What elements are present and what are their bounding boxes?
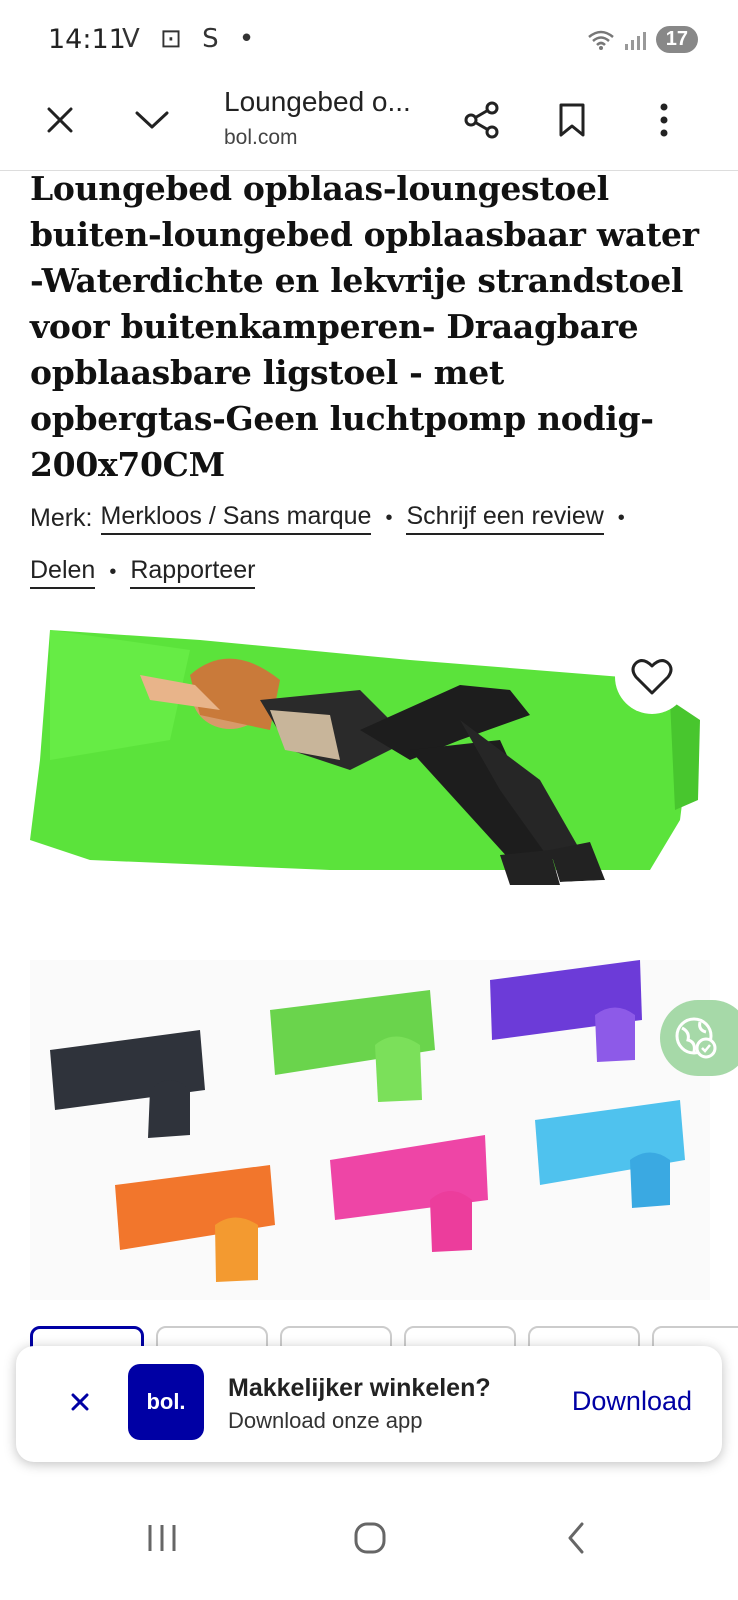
app-install-banner: bol. Makkelijker winkelen? Download onze…	[16, 1346, 722, 1462]
product-main-image[interactable]	[30, 620, 710, 940]
system-nav-bar	[0, 1478, 738, 1600]
minimize-button[interactable]	[122, 90, 182, 150]
separator-dot: •	[109, 561, 117, 583]
browser-toolbar: Loungebed o... bol.com	[0, 80, 738, 171]
notification-icons: V ⊡ S •	[122, 24, 261, 54]
close-banner-button[interactable]	[62, 1384, 98, 1420]
brand-label: Merk:	[30, 504, 93, 532]
banner-title: Makkelijker winkelen?	[228, 1374, 491, 1402]
page-title[interactable]: Loungebed o...	[224, 86, 411, 118]
close-tab-button[interactable]	[30, 90, 90, 150]
separator-dot: •	[385, 507, 393, 529]
wifi-icon	[587, 30, 614, 50]
report-link[interactable]: Rapporteer	[130, 556, 256, 589]
more-vertical-icon	[660, 103, 668, 137]
home-button[interactable]	[340, 1508, 400, 1568]
close-icon	[47, 107, 73, 133]
product-colors-image[interactable]	[30, 960, 710, 1300]
chevron-down-icon	[135, 111, 169, 129]
recent-apps-button[interactable]	[132, 1508, 192, 1568]
write-review-link[interactable]: Schrijf een review	[406, 502, 604, 535]
brand-link[interactable]: Merkloos / Sans marque	[100, 502, 372, 535]
favorite-button[interactable]	[615, 640, 689, 714]
share-icon	[464, 101, 499, 139]
back-icon	[568, 1522, 584, 1554]
heart-icon	[631, 659, 673, 695]
share-button[interactable]	[452, 90, 512, 150]
more-menu-button[interactable]	[634, 90, 694, 150]
page-domain[interactable]: bol.com	[224, 126, 298, 150]
signal-icon	[624, 30, 646, 50]
download-button[interactable]: Download	[572, 1386, 692, 1417]
bookmark-icon	[559, 103, 585, 137]
status-bar: 14:11 V ⊡ S • 17	[0, 0, 738, 80]
battery-badge: 17	[655, 26, 698, 53]
bol-logo: bol.	[128, 1364, 204, 1440]
status-time: 14:11	[48, 24, 126, 55]
product-meta-row-2: Delen • Rapporteer	[30, 556, 256, 589]
banner-subtitle: Download onze app	[228, 1408, 423, 1433]
separator-dot: •	[617, 507, 625, 529]
product-title: Loungebed opblaas-loungestoel buiten-lou…	[30, 169, 699, 484]
translate-float-button[interactable]	[660, 1000, 738, 1076]
share-link[interactable]: Delen	[30, 556, 96, 589]
recent-apps-icon	[148, 1525, 176, 1551]
bookmark-button[interactable]	[542, 90, 602, 150]
close-icon	[71, 1393, 89, 1411]
home-icon	[354, 1522, 386, 1554]
product-meta-row-1: Merk: Merkloos / Sans marque • Schrijf e…	[30, 502, 639, 535]
globe-check-icon	[675, 1017, 717, 1059]
back-button[interactable]	[546, 1508, 606, 1568]
